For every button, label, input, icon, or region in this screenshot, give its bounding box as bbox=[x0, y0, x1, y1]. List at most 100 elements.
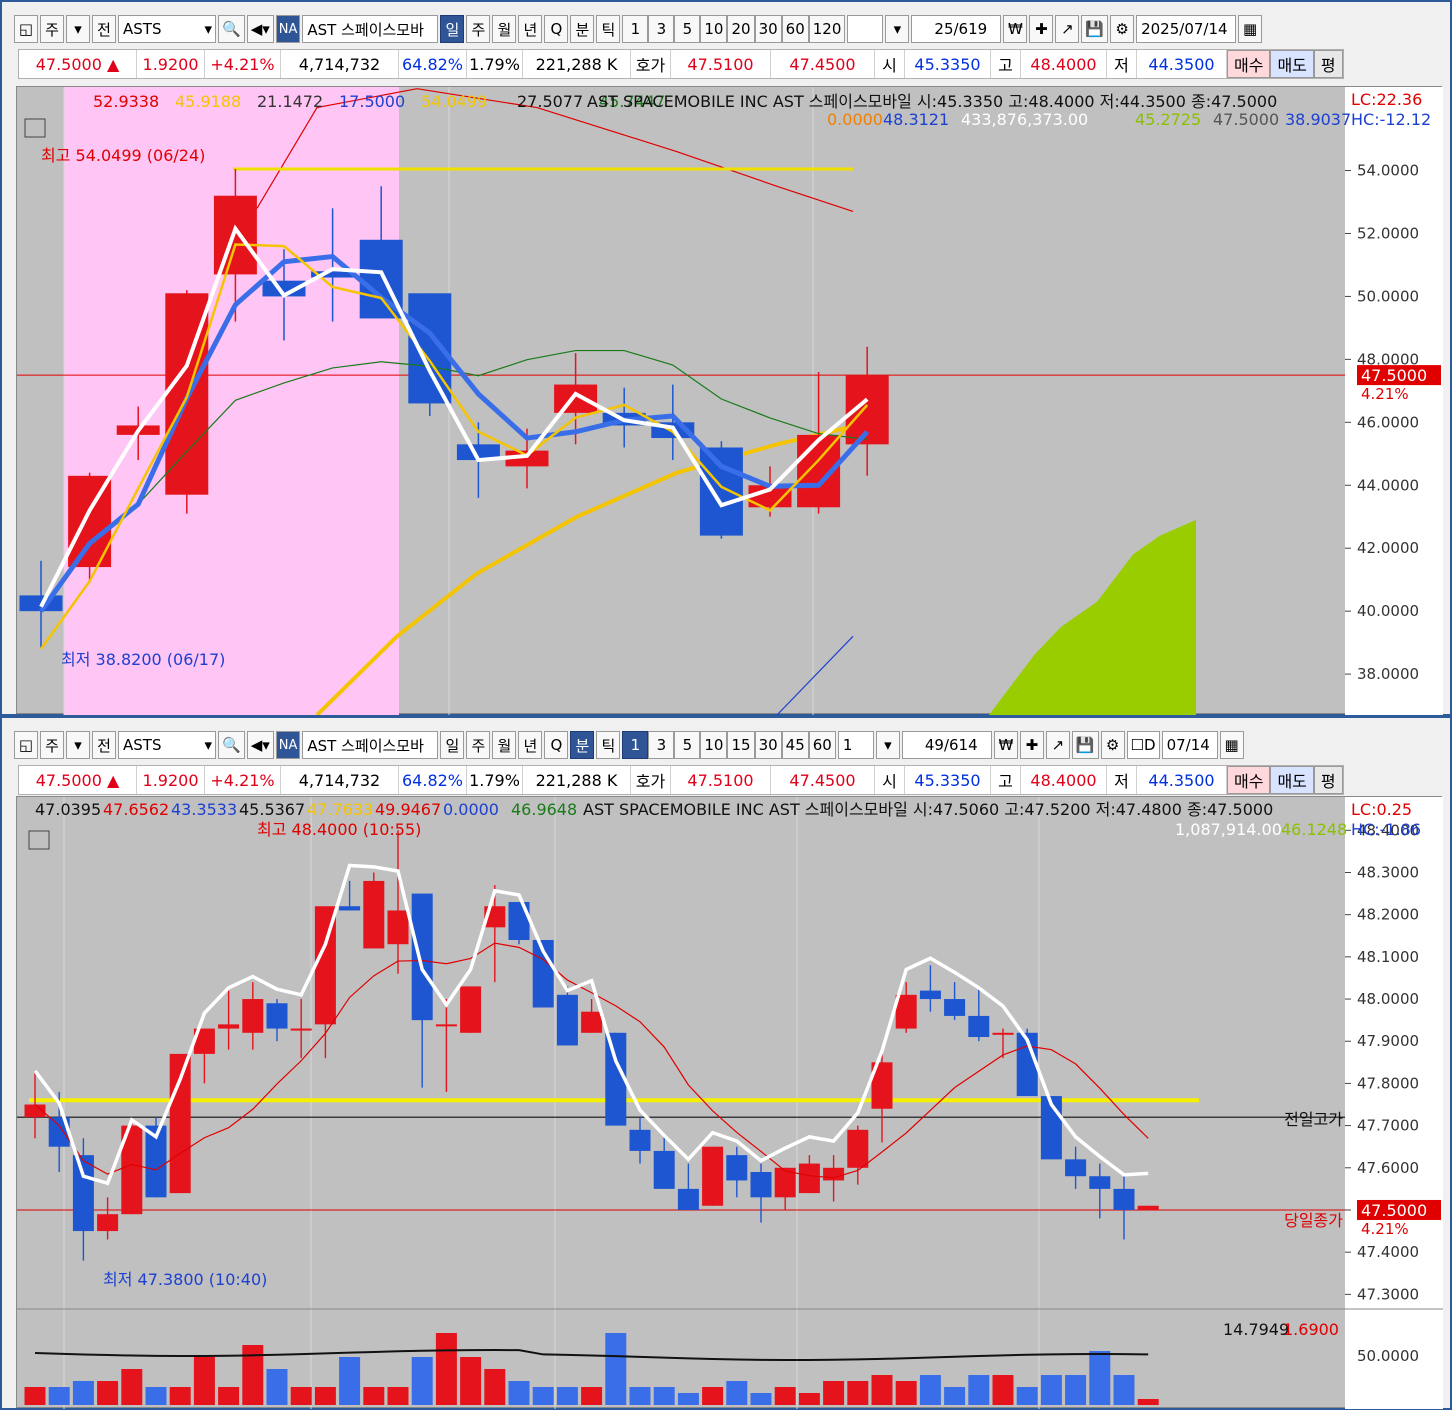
period-tab[interactable]: 주 bbox=[466, 15, 491, 43]
y-tick-label: 47.6000 bbox=[1357, 1159, 1419, 1177]
interval-button[interactable]: 5 bbox=[674, 731, 701, 759]
low-label: 저 bbox=[1107, 50, 1137, 78]
sell-button[interactable]: 매도 bbox=[1270, 766, 1314, 794]
period-tab[interactable]: 주 bbox=[466, 731, 491, 759]
draw-tool-icon[interactable]: ↗ bbox=[1045, 731, 1070, 759]
interval-button[interactable]: 60 bbox=[781, 15, 809, 43]
mode-select[interactable]: 주 bbox=[40, 731, 64, 759]
interval-button[interactable]: 10 bbox=[700, 15, 728, 43]
gear-icon[interactable]: ⚙ bbox=[1100, 731, 1125, 759]
vol-legend-value: 1.6900 bbox=[1283, 1320, 1339, 1339]
volume-bar bbox=[702, 1387, 724, 1405]
search-icon[interactable]: 🔍 bbox=[218, 731, 245, 759]
layout-icon[interactable]: ◱ bbox=[14, 15, 38, 43]
interval-input[interactable] bbox=[847, 15, 884, 43]
chevron-down-icon[interactable]: ▾ bbox=[875, 731, 900, 759]
interval-buttons: 1 3 5 10 20 30 60 120 bbox=[622, 15, 846, 43]
candle-body bbox=[944, 999, 966, 1016]
save-icon[interactable]: 💾 bbox=[1071, 731, 1099, 759]
speaker-icon[interactable]: ◀▾ bbox=[246, 15, 274, 43]
interval-buttons: 1 3 5 10 15 30 45 60 bbox=[622, 731, 836, 759]
minute-candle-chart[interactable]: 48.4000 48.3000 48.2000 48.1000 48.0000 47.90… bbox=[16, 796, 1443, 1409]
volume-bar bbox=[1089, 1351, 1111, 1405]
interval-button[interactable]: 3 bbox=[648, 731, 675, 759]
interval-button[interactable]: 5 bbox=[674, 15, 701, 43]
count-value: 25 bbox=[934, 20, 954, 38]
period-tab[interactable]: Q bbox=[544, 15, 569, 43]
period-tab[interactable]: 분 bbox=[570, 731, 595, 759]
volume-bar bbox=[242, 1345, 264, 1405]
buy-button[interactable]: 매수 bbox=[1227, 50, 1271, 78]
interval-button[interactable]: 3 bbox=[648, 15, 675, 43]
calendar-icon[interactable]: ▦ bbox=[1238, 15, 1263, 43]
candle-body bbox=[266, 1003, 288, 1029]
draw-tool-icon[interactable]: ↗ bbox=[1055, 15, 1080, 43]
currency-icon[interactable]: ₩ bbox=[993, 731, 1018, 759]
save-icon[interactable]: 💾 bbox=[1081, 15, 1109, 43]
interval-button[interactable]: 30 bbox=[754, 731, 782, 759]
interval-button[interactable]: 120 bbox=[808, 15, 846, 43]
interval-button[interactable]: 10 bbox=[700, 731, 728, 759]
crosshair-icon[interactable]: ✚ bbox=[1019, 731, 1044, 759]
d-checkbox[interactable]: ☐ D bbox=[1126, 731, 1160, 759]
chevron-down-icon[interactable]: ▾ bbox=[66, 15, 90, 43]
unit-input[interactable]: 1 bbox=[837, 731, 874, 759]
prev-high-label: 전일고가 bbox=[1284, 1110, 1343, 1129]
speaker-icon[interactable]: ◀▾ bbox=[246, 731, 274, 759]
symbol-value: ASTS bbox=[123, 736, 162, 754]
count-field[interactable]: 49/614 bbox=[901, 731, 992, 759]
chevron-down-icon[interactable]: ▾ bbox=[66, 731, 90, 759]
candle-body bbox=[750, 1172, 772, 1198]
calendar-icon[interactable]: ▦ bbox=[1219, 731, 1244, 759]
layout-icon[interactable]: ◱ bbox=[14, 731, 38, 759]
y-tick-label: 40.0000 bbox=[1357, 602, 1419, 620]
volume-bar bbox=[944, 1387, 966, 1405]
volume-bar bbox=[1113, 1375, 1135, 1405]
chevron-down-icon[interactable]: ▾ bbox=[885, 15, 910, 43]
volume-bar bbox=[1137, 1399, 1159, 1405]
top-toolbar: ◱ 주 ▾ 전 ASTS ▾ 🔍 ◀▾ NA AST 스페이스모바 일주월년Q분틱… bbox=[14, 12, 1263, 46]
interval-button[interactable]: 45 bbox=[781, 731, 809, 759]
period-tab[interactable]: 틱 bbox=[596, 731, 621, 759]
interval-button[interactable]: 1 bbox=[622, 15, 649, 43]
volume-bar bbox=[72, 1381, 94, 1405]
period-tab[interactable]: Q bbox=[544, 731, 569, 759]
interval-button[interactable]: 1 bbox=[622, 731, 649, 759]
interval-button[interactable]: 15 bbox=[727, 731, 755, 759]
buy-button[interactable]: 매수 bbox=[1227, 766, 1271, 794]
period-tab[interactable]: 월 bbox=[492, 15, 517, 43]
period-tab[interactable]: 일 bbox=[440, 731, 465, 759]
high-label: 고 bbox=[991, 50, 1021, 78]
symbol-input[interactable]: ASTS ▾ bbox=[118, 731, 216, 759]
ask-value: 47.5100 bbox=[671, 50, 771, 78]
date-input[interactable]: 07/14 bbox=[1161, 731, 1218, 759]
prev-button[interactable]: 전 bbox=[92, 15, 116, 43]
count-field[interactable]: 25/619 bbox=[911, 15, 1002, 43]
chevron-down-icon[interactable]: ▾ bbox=[204, 20, 212, 38]
sell-button[interactable]: 매도 bbox=[1270, 50, 1314, 78]
date-input[interactable]: 2025/07/14 bbox=[1136, 15, 1237, 43]
candle-body bbox=[290, 1028, 312, 1031]
interval-button[interactable]: 30 bbox=[754, 15, 782, 43]
eval-button[interactable]: 평 bbox=[1313, 50, 1343, 78]
period-tab[interactable]: 년 bbox=[518, 15, 543, 43]
interval-button[interactable]: 20 bbox=[727, 15, 755, 43]
search-icon[interactable]: 🔍 bbox=[218, 15, 245, 43]
candle-body bbox=[72, 1155, 94, 1232]
period-tab[interactable]: 틱 bbox=[596, 15, 621, 43]
crosshair-icon[interactable]: ✚ bbox=[1029, 15, 1054, 43]
prev-button[interactable]: 전 bbox=[92, 731, 116, 759]
currency-icon[interactable]: ₩ bbox=[1003, 15, 1028, 43]
period-tab[interactable]: 일 bbox=[440, 15, 465, 43]
mode-select[interactable]: 주 bbox=[40, 15, 64, 43]
period-tab[interactable]: 월 bbox=[492, 731, 517, 759]
period-tab[interactable]: 년 bbox=[518, 731, 543, 759]
gear-icon[interactable]: ⚙ bbox=[1110, 15, 1135, 43]
chevron-down-icon[interactable]: ▾ bbox=[204, 736, 212, 754]
candle-body bbox=[460, 986, 482, 1033]
period-tab[interactable]: 분 bbox=[570, 15, 595, 43]
daily-candle-chart[interactable]: 54.0000 52.0000 50.0000 48.0000 46.0000 44.00… bbox=[16, 86, 1443, 717]
symbol-input[interactable]: ASTS ▾ bbox=[118, 15, 216, 43]
eval-button[interactable]: 평 bbox=[1313, 766, 1343, 794]
interval-button[interactable]: 60 bbox=[808, 731, 836, 759]
